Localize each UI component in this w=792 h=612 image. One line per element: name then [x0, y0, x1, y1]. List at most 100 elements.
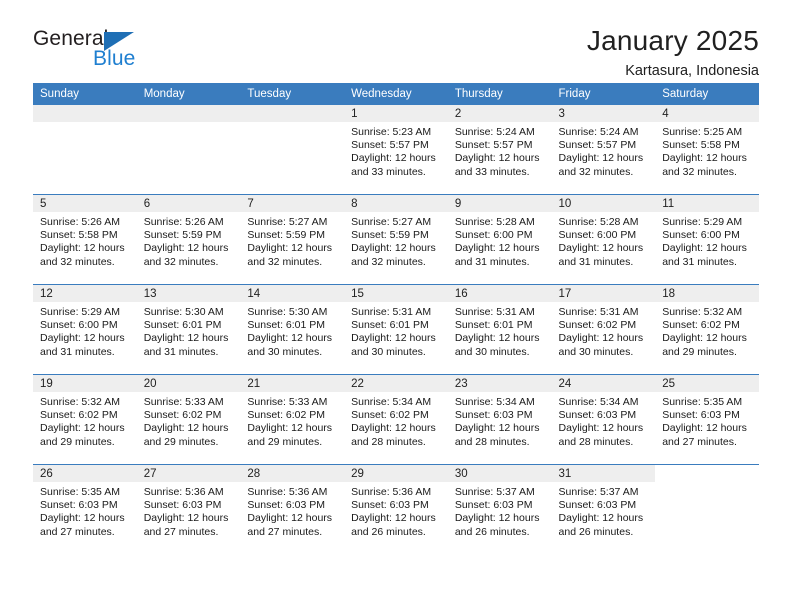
day-details: Sunrise: 5:24 AM Sunset: 5:57 PM Daylight:… — [448, 122, 552, 179]
sunrise-time: Sunrise: 5:27 AM — [351, 216, 432, 228]
sunrise-time: Sunrise: 5:35 AM — [662, 396, 743, 408]
location-subtitle: Kartasura, Indonesia — [625, 63, 759, 80]
calendar-day-cell[interactable]: 22 Sunrise: 5:34 AM Sunset: 6:02 PM Dayligh… — [344, 374, 448, 465]
sunrise-time: Sunrise: 5:34 AM — [454, 396, 535, 408]
calendar-day-cell[interactable]: 17 Sunrise: 5:31 AM Sunset: 6:02 PM Dayligh… — [551, 284, 656, 375]
calendar-empty-cell — [136, 105, 241, 195]
daylight-duration-line2: and 32 minutes. — [558, 165, 634, 178]
daylight-duration-line2: and 29 minutes. — [662, 345, 737, 358]
calendar-day-cell[interactable]: 30 Sunrise: 5:37 AM Sunset: 6:03 PM Dayligh… — [447, 464, 552, 554]
daylight-duration-line1: Daylight: 12 hours — [247, 332, 333, 345]
sunset-time: Sunset: 6:00 PM — [558, 229, 637, 242]
calendar-day-cell[interactable]: 2 Sunrise: 5:24 AM Sunset: 5:57 PM Daylight… — [447, 105, 552, 195]
sunset-time: Sunset: 6:01 PM — [247, 319, 326, 332]
day-number: 24 — [551, 375, 656, 392]
calendar-week-row: 19 Sunrise: 5:32 AM Sunset: 6:02 PM Dayligh… — [33, 374, 759, 465]
daylight-duration-line2: and 32 minutes. — [40, 255, 115, 268]
day-details: Sunrise: 5:26 AM Sunset: 5:59 PM Daylight:… — [137, 212, 241, 269]
day-number: 2 — [447, 105, 552, 122]
sunrise-time: Sunrise: 5:28 AM — [558, 216, 639, 228]
sunset-time: Sunset: 5:57 PM — [454, 139, 533, 152]
calendar-day-cell[interactable]: 25 Sunrise: 5:35 AM Sunset: 6:03 PM Dayligh… — [655, 374, 759, 465]
weekday-header-friday: Friday — [551, 83, 656, 105]
calendar-day-cell[interactable]: 8 Sunrise: 5:27 AM Sunset: 5:59 PM Daylight… — [344, 194, 448, 285]
day-number: 6 — [136, 195, 241, 212]
calendar-day-cell[interactable]: 28 Sunrise: 5:36 AM Sunset: 6:03 PM Dayligh… — [240, 464, 345, 554]
day-details: Sunrise: 5:32 AM Sunset: 6:02 PM Daylight:… — [655, 302, 759, 359]
daylight-duration-line2: and 29 minutes. — [143, 435, 219, 448]
calendar-day-cell[interactable]: 9 Sunrise: 5:28 AM Sunset: 6:00 PM Daylight… — [447, 194, 552, 285]
calendar-day-cell[interactable]: 16 Sunrise: 5:31 AM Sunset: 6:01 PM Dayligh… — [447, 284, 552, 375]
daylight-duration-line2: and 28 minutes. — [454, 435, 530, 448]
day-details: Sunrise: 5:28 AM Sunset: 6:00 PM Daylight:… — [448, 212, 552, 269]
sunset-time: Sunset: 6:02 PM — [351, 409, 429, 422]
calendar-day-cell[interactable]: 3 Sunrise: 5:24 AM Sunset: 5:57 PM Daylight… — [551, 105, 656, 195]
calendar-day-cell[interactable]: 31 Sunrise: 5:37 AM Sunset: 6:03 PM Dayligh… — [551, 464, 656, 554]
day-details: Sunrise: 5:31 AM Sunset: 6:01 PM Daylight:… — [448, 302, 552, 359]
calendar-day-cell[interactable]: 26 Sunrise: 5:35 AM Sunset: 6:03 PM Dayligh… — [33, 464, 137, 554]
daylight-duration-line1: Daylight: 12 hours — [40, 422, 125, 435]
day-number — [136, 105, 241, 122]
daylight-duration-line2: and 33 minutes. — [454, 165, 530, 178]
calendar-day-cell[interactable]: 24 Sunrise: 5:34 AM Sunset: 6:03 PM Dayligh… — [551, 374, 656, 465]
calendar-day-cell[interactable]: 11 Sunrise: 5:29 AM Sunset: 6:00 PM Dayligh… — [655, 194, 759, 285]
sunset-time: Sunset: 6:01 PM — [143, 319, 222, 332]
day-number: 11 — [655, 195, 759, 212]
daylight-duration-line2: and 31 minutes. — [143, 345, 219, 358]
calendar-page: General Blue January 2025 Kartasura, Ind… — [0, 0, 792, 612]
sunrise-time: Sunrise: 5:33 AM — [143, 396, 224, 408]
sunrise-time: Sunrise: 5:35 AM — [40, 486, 120, 498]
daylight-duration-line1: Daylight: 12 hours — [247, 242, 333, 255]
calendar-day-cell[interactable]: 14 Sunrise: 5:30 AM Sunset: 6:01 PM Dayligh… — [240, 284, 345, 375]
daylight-duration-line2: and 27 minutes. — [247, 525, 323, 538]
calendar-day-cell[interactable]: 12 Sunrise: 5:29 AM Sunset: 6:00 PM Dayligh… — [33, 284, 137, 375]
logo-text-blue: Blue — [93, 47, 136, 70]
general-blue-logo[interactable]: General Blue — [33, 26, 163, 74]
calendar-day-cell[interactable]: 7 Sunrise: 5:27 AM Sunset: 5:59 PM Daylight… — [240, 194, 345, 285]
calendar-day-cell[interactable]: 15 Sunrise: 5:31 AM Sunset: 6:01 PM Dayligh… — [344, 284, 448, 375]
daylight-duration-line2: and 27 minutes. — [662, 435, 737, 448]
calendar-day-cell[interactable]: 13 Sunrise: 5:30 AM Sunset: 6:01 PM Dayligh… — [136, 284, 241, 375]
sunset-time: Sunset: 5:58 PM — [662, 139, 740, 152]
calendar-day-cell[interactable]: 5 Sunrise: 5:26 AM Sunset: 5:58 PM Daylight… — [33, 194, 137, 285]
calendar-day-cell[interactable]: 6 Sunrise: 5:26 AM Sunset: 5:59 PM Daylight… — [136, 194, 241, 285]
day-number: 22 — [344, 375, 448, 392]
weekday-header-sunday: Sunday — [33, 83, 137, 105]
calendar-empty-cell — [655, 464, 759, 554]
sunset-time: Sunset: 6:03 PM — [454, 409, 533, 422]
day-number: 10 — [551, 195, 656, 212]
sunset-time: Sunset: 6:02 PM — [40, 409, 118, 422]
daylight-duration-line1: Daylight: 12 hours — [40, 242, 125, 255]
calendar-day-cell[interactable]: 4 Sunrise: 5:25 AM Sunset: 5:58 PM Daylight… — [655, 105, 759, 195]
calendar-day-cell[interactable]: 1 Sunrise: 5:23 AM Sunset: 5:57 PM Daylight… — [344, 105, 448, 195]
calendar-day-cell[interactable]: 10 Sunrise: 5:28 AM Sunset: 6:00 PM Dayligh… — [551, 194, 656, 285]
page-title: January 2025 — [586, 25, 759, 56]
day-number: 18 — [655, 285, 759, 302]
calendar-day-cell[interactable]: 19 Sunrise: 5:32 AM Sunset: 6:02 PM Dayligh… — [33, 374, 137, 465]
daylight-duration-line2: and 28 minutes. — [351, 435, 426, 448]
sunset-time: Sunset: 6:03 PM — [558, 499, 637, 512]
sunset-time: Sunset: 5:59 PM — [351, 229, 429, 242]
daylight-duration-line1: Daylight: 12 hours — [40, 332, 125, 345]
calendar-day-cell[interactable]: 29 Sunrise: 5:36 AM Sunset: 6:03 PM Dayligh… — [344, 464, 448, 554]
calendar-day-cell[interactable]: 21 Sunrise: 5:33 AM Sunset: 6:02 PM Dayligh… — [240, 374, 345, 465]
day-details: Sunrise: 5:35 AM Sunset: 6:03 PM Daylight:… — [655, 392, 759, 449]
day-details: Sunrise: 5:26 AM Sunset: 5:58 PM Daylight:… — [33, 212, 137, 269]
sunset-time: Sunset: 6:03 PM — [662, 409, 740, 422]
day-number: 7 — [240, 195, 345, 212]
day-number: 3 — [551, 105, 656, 122]
calendar-day-cell[interactable]: 27 Sunrise: 5:36 AM Sunset: 6:03 PM Dayligh… — [136, 464, 241, 554]
calendar-day-cell[interactable]: 20 Sunrise: 5:33 AM Sunset: 6:02 PM Dayligh… — [136, 374, 241, 465]
calendar-week-row: 1 Sunrise: 5:23 AM Sunset: 5:57 PM Daylight… — [33, 105, 759, 195]
sunset-time: Sunset: 6:00 PM — [662, 229, 740, 242]
calendar-day-cell[interactable]: 18 Sunrise: 5:32 AM Sunset: 6:02 PM Dayligh… — [655, 284, 759, 375]
daylight-duration-line1: Daylight: 12 hours — [558, 422, 644, 435]
day-details: Sunrise: 5:34 AM Sunset: 6:03 PM Daylight:… — [448, 392, 552, 449]
daylight-duration-line1: Daylight: 12 hours — [454, 422, 540, 435]
day-number: 16 — [447, 285, 552, 302]
calendar-day-cell[interactable]: 23 Sunrise: 5:34 AM Sunset: 6:03 PM Dayligh… — [447, 374, 552, 465]
daylight-duration-line1: Daylight: 12 hours — [40, 512, 125, 525]
daylight-duration-line2: and 31 minutes. — [558, 255, 634, 268]
daylight-duration-line2: and 29 minutes. — [247, 435, 323, 448]
sunrise-time: Sunrise: 5:32 AM — [40, 396, 120, 408]
